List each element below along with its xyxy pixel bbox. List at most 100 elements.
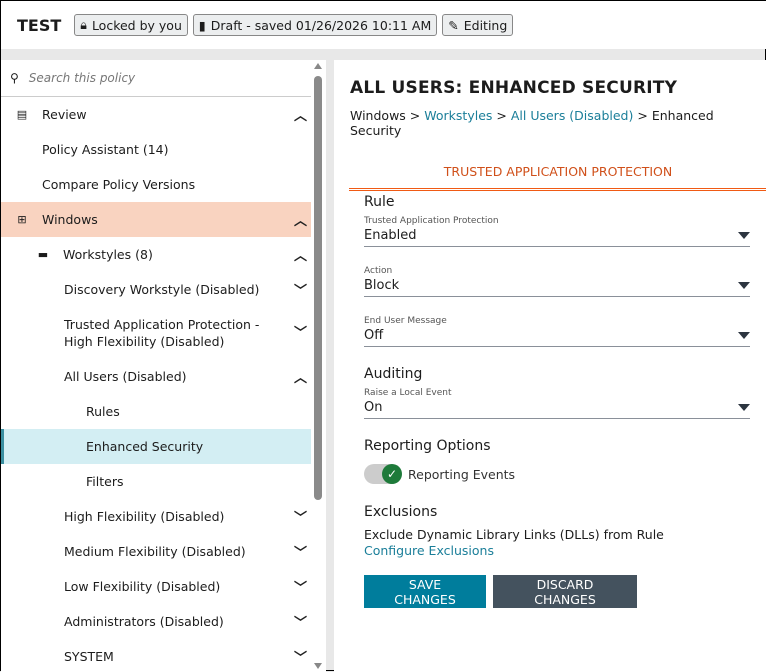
tree-item-label: High Flexibility (Disabled) (64, 509, 225, 524)
exclusions-heading: Exclusions (364, 504, 438, 520)
policy-title: TEST (17, 15, 62, 35)
chevron-down-icon[interactable]: ﹀ (294, 647, 307, 666)
tap-select[interactable]: Trusted Application Protection Enabled (364, 216, 750, 247)
tab-label: TRUSTED APPLICATION PROTECTION (443, 164, 673, 179)
breadcrumb-sep: > (637, 108, 648, 123)
tree-item-label: Review (42, 107, 87, 122)
edit-icon: ✎ (448, 17, 459, 33)
draft-label: Draft - saved 01/26/2026 10:11 AM (210, 17, 432, 33)
file-icon: ▮ (198, 17, 206, 33)
chevron-down-icon[interactable]: ﹀ (294, 280, 307, 299)
exclusions-text: Exclude Dynamic Library Links (DLLs) fro… (364, 527, 664, 542)
tree-item[interactable]: Medium Flexibility (Disabled) ﹀ (1, 534, 311, 569)
tree-item-label: Policy Assistant (14) (42, 142, 169, 157)
tree-item-label: Low Flexibility (Disabled) (64, 579, 221, 594)
breadcrumb-workstyles[interactable]: Workstyles (424, 108, 492, 123)
dropdown-arrow-icon (738, 404, 750, 411)
briefcase-icon: ▬ (37, 248, 49, 261)
search-icon: ⚲ (10, 71, 19, 85)
tree-item[interactable]: Policy Assistant (14) (1, 132, 311, 167)
scrollbar-thumb[interactable] (314, 76, 322, 500)
field-label: Action (364, 266, 393, 276)
lock-icon: 🔒︎ (80, 17, 87, 32)
tree-item[interactable]: ▤ Review ︿ (1, 97, 311, 132)
search-input[interactable]: Search this policy (29, 71, 135, 85)
windows-icon: ⊞ (17, 213, 27, 226)
sidebar-scrollbar[interactable] (311, 60, 326, 672)
tree-item[interactable]: Low Flexibility (Disabled) ﹀ (1, 569, 311, 604)
tree-item[interactable]: Filters (1, 464, 311, 499)
tree-item-label: All Users (Disabled) (64, 369, 187, 384)
save-changes-button[interactable]: SAVE CHANGES (364, 575, 486, 608)
chevron-up-icon[interactable]: ︿ (294, 105, 307, 124)
end-user-message-select[interactable]: End User Message Off (364, 316, 750, 347)
tree-item-label: Discovery Workstyle (Disabled) (64, 282, 260, 297)
chevron-up-icon[interactable]: ︿ (294, 245, 307, 264)
breadcrumb-windows: Windows (350, 108, 406, 123)
policy-tree: ⚲ Search this policy ▤ Review ︿ Policy Assi… (1, 60, 311, 672)
tree-item[interactable]: Discovery Workstyle (Disabled) ﹀ (1, 272, 311, 307)
tree-item-label: Compare Policy Versions (42, 177, 196, 192)
field-label: Raise a Local Event (364, 388, 452, 398)
page-title: ALL USERS: ENHANCED SECURITY (350, 78, 678, 98)
dropdown-arrow-icon (738, 282, 750, 289)
reporting-events-toggle[interactable]: ✓ Reporting Events (364, 464, 750, 484)
tree-item-label: Enhanced Security (86, 439, 204, 454)
tree-item[interactable]: ⊞ Windows ︿ (1, 202, 311, 237)
toggle-track[interactable]: ✓ (364, 464, 402, 484)
scroll-down-icon[interactable] (314, 663, 322, 669)
search-box[interactable]: ⚲ Search this policy (1, 60, 311, 97)
tree-item[interactable]: SYSTEM ﹀ (1, 639, 311, 672)
auditing-heading: Auditing (364, 366, 423, 382)
tree-item-label: Workstyles (8) (63, 247, 153, 262)
field-value: Off (364, 328, 384, 343)
tree-item-label: Medium Flexibility (Disabled) (64, 544, 246, 559)
tree-item[interactable]: Compare Policy Versions (1, 167, 311, 202)
tree-item[interactable]: Trusted Application Protection - High Fl… (1, 307, 311, 359)
breadcrumb: Windows > Workstyles > All Users (Disabl… (350, 108, 766, 138)
chevron-down-icon[interactable]: ﹀ (294, 507, 307, 526)
tree-item-label: Windows (42, 212, 98, 227)
breadcrumb-sep: > (496, 108, 507, 123)
discard-changes-button[interactable]: DISCARD CHANGES (493, 575, 637, 608)
field-value: Enabled (364, 228, 417, 243)
editing-badge[interactable]: ✎ Editing (442, 14, 514, 36)
local-event-select[interactable]: Raise a Local Event On (364, 388, 750, 419)
rule-heading: Rule (364, 194, 395, 210)
chevron-down-icon[interactable]: ﹀ (294, 542, 307, 561)
chevron-down-icon[interactable]: ﹀ (294, 612, 307, 631)
tree-item-label: Administrators (Disabled) (64, 614, 224, 629)
dropdown-arrow-icon (738, 232, 750, 239)
header: TEST 🔒︎ Locked by you ▮ Draft - saved 01/2… (1, 1, 766, 49)
action-select[interactable]: Action Block (364, 266, 750, 297)
breadcrumb-all-users[interactable]: All Users (Disabled) (511, 108, 634, 123)
check-icon: ✓ (382, 464, 402, 484)
tree-item[interactable]: Enhanced Security (1, 429, 311, 464)
tree-item[interactable]: Rules (1, 394, 311, 429)
chevron-up-icon[interactable]: ︿ (294, 367, 307, 386)
field-value: Block (364, 278, 400, 293)
locked-label: Locked by you (91, 17, 182, 33)
draft-badge[interactable]: ▮ Draft - saved 01/26/2026 10:11 AM (192, 14, 438, 36)
tree-item-label: Rules (86, 404, 120, 419)
chevron-down-icon[interactable]: ﹀ (294, 325, 307, 342)
field-value: On (364, 400, 383, 415)
scroll-up-icon[interactable] (314, 63, 322, 69)
chevron-up-icon[interactable]: ︿ (294, 210, 307, 229)
tree-item-label: Filters (86, 474, 124, 489)
tree-item[interactable]: Administrators (Disabled) ﹀ (1, 604, 311, 639)
field-label: End User Message (364, 316, 447, 326)
chevron-down-icon[interactable]: ﹀ (294, 577, 307, 596)
toggle-label: Reporting Events (408, 466, 516, 482)
editing-label: Editing (463, 17, 508, 33)
reporting-heading: Reporting Options (364, 438, 491, 454)
breadcrumb-sep: > (409, 108, 421, 123)
tree-item-label: Trusted Application Protection - High Fl… (64, 317, 260, 349)
tree-item-label: SYSTEM (64, 649, 114, 664)
tree-item[interactable]: ▬ Workstyles (8) ︿ (1, 237, 311, 272)
configure-exclusions-link[interactable]: Configure Exclusions (364, 543, 750, 558)
tree-item[interactable]: High Flexibility (Disabled) ﹀ (1, 499, 311, 534)
tab-trusted-application-protection[interactable]: TRUSTED APPLICATION PROTECTION (349, 156, 766, 191)
tree-item[interactable]: All Users (Disabled) ︿ (1, 359, 311, 394)
locked-badge[interactable]: 🔒︎ Locked by you (74, 14, 188, 36)
